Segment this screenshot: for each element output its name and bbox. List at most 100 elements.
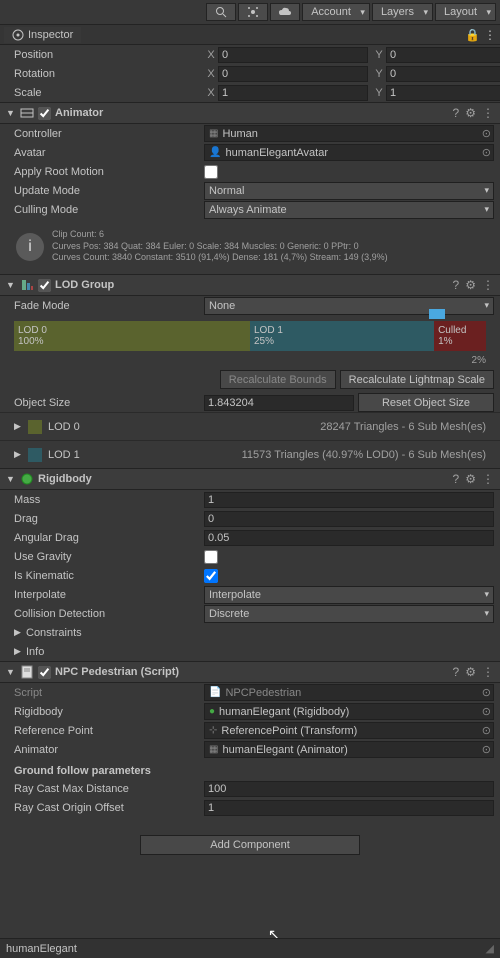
account-label: Account — [311, 6, 351, 18]
fold-icon[interactable]: ▼ — [6, 280, 16, 290]
transform-icon: ⊹ — [209, 725, 217, 736]
avatar-field[interactable]: 👤humanElegantAvatar⊙ — [204, 144, 494, 161]
lod1-entry[interactable]: ▶ LOD 1 11573 Triangles (40.97% LOD0) - … — [0, 440, 500, 468]
rigidbody-header[interactable]: ▼ Rigidbody ? ⚙ ⋮ — [0, 468, 500, 490]
fold-icon[interactable]: ▶ — [14, 449, 28, 460]
picker-icon[interactable]: ⊙ — [482, 724, 491, 737]
scale-x[interactable] — [218, 85, 368, 101]
ref-label: Reference Point — [14, 725, 204, 737]
animator-header[interactable]: ▼ Animator ?⚙⋮ — [0, 102, 500, 124]
lodgroup-header[interactable]: ▼ LOD Group ?⚙⋮ — [0, 274, 500, 296]
lock-icon[interactable]: 🔒 — [465, 28, 480, 42]
controller-field[interactable]: ▦Human⊙ — [204, 125, 494, 142]
ref-field[interactable]: ⊹ReferencePoint (Transform)⊙ — [204, 722, 494, 739]
add-component-button[interactable]: Add Component — [140, 835, 360, 855]
info-label[interactable]: Info — [26, 646, 44, 658]
ground-follow-header: Ground follow parameters — [0, 759, 500, 779]
raydist-input[interactable] — [204, 781, 494, 797]
rb-field[interactable]: ●humanElegant (Rigidbody)⊙ — [204, 703, 494, 720]
scale-y[interactable] — [386, 85, 500, 101]
lod-bar[interactable]: LOD 0100% LOD 125% Culled1% — [0, 315, 500, 353]
help-icon[interactable]: ? — [453, 278, 460, 292]
is-kinematic-check[interactable] — [204, 569, 218, 583]
menu-icon[interactable]: ⋮ — [482, 106, 494, 120]
drag-input[interactable] — [204, 511, 494, 527]
collision-detection-label: Collision Detection — [14, 608, 204, 620]
search-button[interactable] — [206, 3, 236, 21]
fold-icon[interactable]: ▼ — [6, 667, 16, 677]
lod-camera-icon[interactable] — [429, 309, 445, 319]
picker-icon[interactable]: ⊙ — [482, 743, 491, 756]
preset-icon[interactable]: ⚙ — [465, 106, 476, 120]
resize-handle-icon[interactable]: ◢ — [486, 942, 494, 955]
angular-drag-input[interactable] — [204, 530, 494, 546]
update-mode-dropdown[interactable]: Normal — [204, 182, 494, 200]
layout-dropdown[interactable]: Layout — [435, 3, 496, 21]
picker-icon[interactable]: ⊙ — [482, 705, 491, 718]
fold-icon[interactable]: ▶ — [14, 646, 26, 657]
collision-detection-dropdown[interactable]: Discrete — [204, 605, 494, 623]
position-x[interactable] — [218, 47, 368, 63]
footer: humanElegant ◢ — [0, 938, 500, 958]
lod-icon — [20, 278, 34, 292]
rayoff-input[interactable] — [204, 800, 494, 816]
fold-icon[interactable]: ▼ — [6, 108, 16, 118]
rotation-x[interactable] — [218, 66, 368, 82]
lod0-entry[interactable]: ▶ LOD 0 28247 Triangles - 6 Sub Mesh(es) — [0, 412, 500, 440]
tab-inspector[interactable]: Inspector — [4, 27, 81, 43]
interpolate-dropdown[interactable]: Interpolate — [204, 586, 494, 604]
root-motion-check[interactable] — [204, 165, 218, 179]
object-size-input[interactable] — [204, 395, 354, 411]
fade-mode-label: Fade Mode — [14, 300, 204, 312]
npc-enable[interactable] — [38, 666, 51, 679]
use-gravity-check[interactable] — [204, 550, 218, 564]
reset-object-size-button[interactable]: Reset Object Size — [358, 393, 494, 412]
tab-menu-icon[interactable]: ⋮ — [484, 28, 496, 42]
layers-dropdown[interactable]: Layers — [372, 3, 433, 21]
inspector-icon — [12, 29, 24, 41]
rigidbody-title: Rigidbody — [38, 473, 449, 485]
rotation-y[interactable] — [386, 66, 500, 82]
help-icon[interactable]: ? — [453, 665, 460, 679]
raydist-label: Ray Cast Max Distance — [14, 783, 204, 795]
lod1-segment[interactable]: LOD 125% — [250, 321, 434, 351]
npc-header[interactable]: ▼ NPC Pedestrian (Script) ?⚙⋮ — [0, 661, 500, 683]
mass-input[interactable] — [204, 492, 494, 508]
help-icon[interactable]: ? — [453, 472, 460, 486]
constraints-label[interactable]: Constraints — [26, 627, 82, 639]
scale-row: Scale X Y Z — [0, 83, 500, 102]
animator-icon — [20, 106, 34, 120]
account-dropdown[interactable]: Account — [302, 3, 370, 21]
help-icon[interactable]: ? — [453, 106, 460, 120]
cloud-button[interactable] — [270, 3, 300, 21]
fold-icon[interactable]: ▶ — [14, 627, 26, 638]
preset-icon[interactable]: ⚙ — [465, 665, 476, 679]
update-mode-label: Update Mode — [14, 185, 204, 197]
rotation-row: Rotation X Y Z — [0, 64, 500, 83]
preset-icon[interactable]: ⚙ — [465, 472, 476, 486]
anim-label: Animator — [14, 744, 204, 756]
fold-icon[interactable]: ▶ — [14, 421, 28, 432]
animator-ref-icon: ▦ — [209, 744, 218, 755]
picker-icon[interactable]: ⊙ — [482, 686, 491, 699]
fade-mode-dropdown[interactable]: None — [204, 297, 494, 315]
animator-enable[interactable] — [38, 107, 51, 120]
lod0-segment[interactable]: LOD 0100% — [14, 321, 250, 351]
picker-icon[interactable]: ⊙ — [482, 127, 491, 140]
recalc-lightmap-button[interactable]: Recalculate Lightmap Scale — [340, 370, 494, 389]
position-y[interactable] — [386, 47, 500, 63]
anim-field[interactable]: ▦humanElegant (Animator)⊙ — [204, 741, 494, 758]
picker-icon[interactable]: ⊙ — [482, 146, 491, 159]
culling-mode-dropdown[interactable]: Always Animate — [204, 201, 494, 219]
recalc-bounds-button[interactable]: Recalculate Bounds — [220, 370, 336, 389]
preset-icon[interactable]: ⚙ — [465, 278, 476, 292]
settings-button[interactable] — [238, 3, 268, 21]
drag-label: Drag — [14, 513, 204, 525]
menu-icon[interactable]: ⋮ — [482, 278, 494, 292]
menu-icon[interactable]: ⋮ — [482, 472, 494, 486]
menu-icon[interactable]: ⋮ — [482, 665, 494, 679]
lodgroup-enable[interactable] — [38, 279, 51, 292]
fold-icon[interactable]: ▼ — [6, 474, 16, 484]
culled-segment[interactable]: Culled1% — [434, 321, 486, 351]
lod-cam-percent: 2% — [0, 353, 500, 370]
